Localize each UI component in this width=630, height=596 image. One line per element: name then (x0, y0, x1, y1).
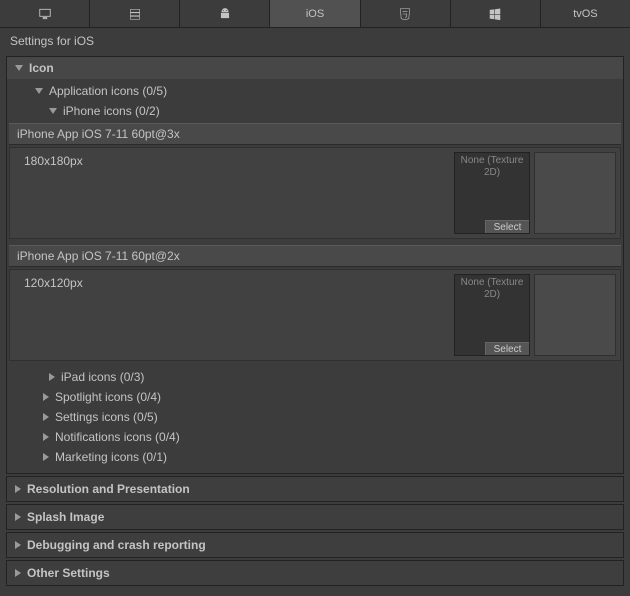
icon-slot: 180x180px None (Texture 2D) Select (9, 147, 621, 239)
tab-webgl[interactable] (361, 0, 451, 27)
debugging-header[interactable]: Debugging and crash reporting (7, 533, 623, 557)
icon-slot-controls: None (Texture 2D) Select (450, 148, 620, 238)
tree-iphone-icons[interactable]: iPhone icons (0/2) (7, 101, 623, 121)
object-field-text: None (Texture 2D) (455, 275, 529, 303)
splash-header[interactable]: Splash Image (7, 505, 623, 529)
tree-ipad-icons[interactable]: iPad icons (0/3) (7, 367, 623, 387)
foldout-right-icon (15, 485, 21, 493)
icon-section-title: Icon (29, 61, 54, 75)
resolution-header[interactable]: Resolution and Presentation (7, 477, 623, 501)
other-header[interactable]: Other Settings (7, 561, 623, 585)
tree-label: Settings icons (0/5) (55, 410, 158, 424)
object-field-text: None (Texture 2D) (455, 153, 529, 181)
html5-icon (395, 7, 415, 21)
section-title: Debugging and crash reporting (27, 538, 206, 552)
icon-slot-controls: None (Texture 2D) Select (450, 270, 620, 360)
icon-slot-header: iPhone App iOS 7-11 60pt@3x (9, 123, 621, 145)
section-title: Splash Image (27, 510, 104, 524)
tree-label: iPad icons (0/3) (61, 370, 144, 384)
tree-settings-icons[interactable]: Settings icons (0/5) (7, 407, 623, 427)
tree-notifications-icons[interactable]: Notifications icons (0/4) (7, 427, 623, 447)
texture-object-field[interactable]: None (Texture 2D) Select (454, 274, 530, 356)
tree-marketing-icons[interactable]: Marketing icons (0/1) (7, 447, 623, 467)
debugging-section: Debugging and crash reporting (6, 532, 624, 558)
foldout-down-icon (35, 88, 43, 94)
tab-ios[interactable]: iOS (270, 0, 360, 27)
tree-spotlight-icons[interactable]: Spotlight icons (0/4) (7, 387, 623, 407)
icon-preview (534, 274, 616, 356)
icon-preview (534, 152, 616, 234)
tab-standalone[interactable] (0, 0, 90, 27)
resolution-section: Resolution and Presentation (6, 476, 624, 502)
icon-slot-header: iPhone App iOS 7-11 60pt@2x (9, 245, 621, 267)
foldout-right-icon (43, 413, 49, 421)
section-title: Other Settings (27, 566, 110, 580)
tab-server[interactable] (90, 0, 180, 27)
foldout-right-icon (43, 433, 49, 441)
icon-section-header[interactable]: Icon (7, 57, 623, 79)
splash-section: Splash Image (6, 504, 624, 530)
tab-uwp[interactable] (451, 0, 541, 27)
tvos-label: tvOS (573, 8, 597, 20)
select-button[interactable]: Select (485, 342, 529, 355)
foldout-right-icon (15, 541, 21, 549)
foldout-right-icon (43, 453, 49, 461)
icon-dimensions: 180x180px (10, 148, 450, 238)
foldout-right-icon (49, 373, 55, 381)
settings-title: Settings for iOS (0, 28, 630, 54)
foldout-right-icon (15, 569, 21, 577)
tree-label: Application icons (0/5) (49, 84, 167, 98)
tree-label: Notifications icons (0/4) (55, 430, 180, 444)
tree-label: iPhone icons (0/2) (63, 104, 160, 118)
icon-slot: 120x120px None (Texture 2D) Select (9, 269, 621, 361)
server-icon (125, 7, 145, 21)
tab-android[interactable] (180, 0, 270, 27)
foldout-right-icon (43, 393, 49, 401)
section-title: Resolution and Presentation (27, 482, 190, 496)
ios-label: iOS (306, 8, 324, 20)
foldout-down-icon (49, 108, 57, 114)
tree-application-icons[interactable]: Application icons (0/5) (7, 81, 623, 101)
tree-label: Spotlight icons (0/4) (55, 390, 161, 404)
icon-panel: Icon Application icons (0/5) iPhone icon… (6, 56, 624, 474)
platform-tabs: iOS tvOS (0, 0, 630, 28)
icon-tree: Application icons (0/5) iPhone icons (0/… (7, 79, 623, 473)
foldout-right-icon (15, 513, 21, 521)
android-icon (215, 7, 235, 21)
icon-dimensions: 120x120px (10, 270, 450, 360)
texture-object-field[interactable]: None (Texture 2D) Select (454, 152, 530, 234)
monitor-icon (35, 7, 55, 21)
tree-label: Marketing icons (0/1) (55, 450, 167, 464)
tab-tvos[interactable]: tvOS (541, 0, 630, 27)
other-section: Other Settings (6, 560, 624, 586)
select-button[interactable]: Select (485, 220, 529, 233)
foldout-down-icon (15, 65, 23, 71)
windows-icon (485, 7, 505, 21)
